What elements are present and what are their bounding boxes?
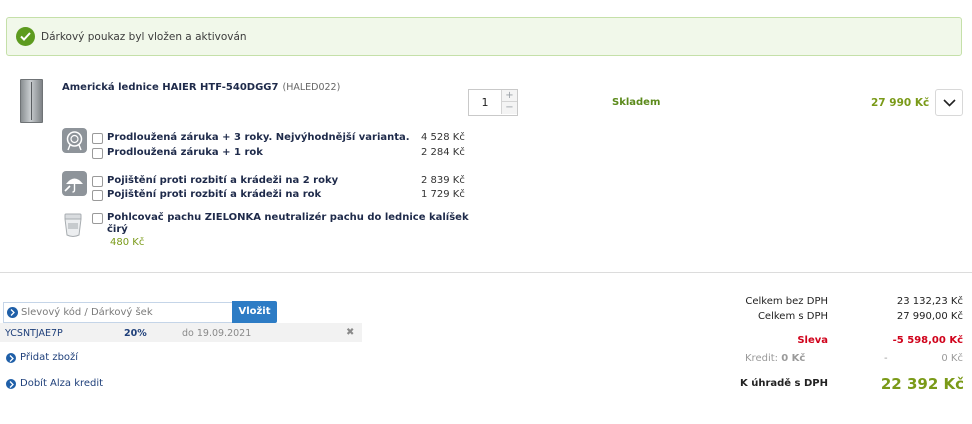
voucher-input[interactable] — [21, 304, 226, 321]
warranty-3y-label[interactable]: Prodloužená záruka + 3 roky. Nejvýhodněj… — [107, 132, 410, 143]
warranty-1y-checkbox[interactable] — [92, 148, 103, 159]
warranty-1y-label[interactable]: Prodloužená záruka + 1 rok — [107, 147, 263, 158]
product-name[interactable]: Americká lednice HAIER HTF-540DGG7 — [62, 82, 278, 93]
divider — [0, 272, 972, 273]
amount-due-label: K úhradě s DPH — [739, 378, 828, 389]
voucher-percent: 20% — [124, 328, 147, 339]
success-banner: Dárkový poukaz byl vložen a aktivován — [6, 17, 962, 56]
insurance-1y-price: 1 729 Kč — [421, 189, 465, 200]
chevron-down-icon — [943, 99, 956, 107]
banner-message: Dárkový poukaz byl vložen a aktivován — [41, 31, 247, 43]
check-icon — [16, 27, 35, 46]
accessory-label[interactable]: Pohlcovač pachu ZIELONKA neutralizér pac… — [107, 212, 477, 236]
quantity-decrease-button[interactable]: − — [501, 102, 517, 114]
voucher-code: YCSNTJAE7P — [5, 328, 63, 339]
total-without-vat-value: 23 132,23 Kč — [896, 296, 963, 307]
total-with-vat-label: Celkem s DPH — [757, 311, 828, 322]
amount-due-value: 22 392 Kč — [880, 375, 964, 393]
credit-value: 0 Kč — [941, 353, 963, 364]
voucher-submit-button[interactable]: Vložit — [232, 301, 277, 323]
product-title[interactable]: Americká lednice HAIER HTF-540DGG7 (HALED… — [62, 82, 340, 93]
topup-credit-link[interactable]: Dobít Alza kredit — [20, 378, 103, 389]
warranty-3y-price: 4 528 Kč — [421, 132, 465, 143]
quantity-value[interactable]: 1 — [469, 90, 501, 115]
insurance-umbrella-icon — [62, 171, 87, 196]
insurance-2y-checkbox[interactable] — [92, 176, 103, 187]
total-with-vat-value: 27 990,00 Kč — [896, 311, 963, 322]
discount-value: -5 598,00 Kč — [892, 335, 963, 346]
applied-voucher-row: YCSNTJAE7P 20% do 19.09.2021 ✖ — [0, 323, 362, 342]
total-without-vat-label: Celkem bez DPH — [745, 296, 828, 307]
product-code: (HALED022) — [282, 82, 341, 93]
accessory-image[interactable] — [62, 211, 84, 239]
product-image[interactable] — [20, 79, 43, 123]
warranty-3y-checkbox[interactable] — [92, 133, 103, 144]
insurance-2y-label[interactable]: Pojištění proti rozbití a krádeži na 2 r… — [107, 175, 338, 186]
accessory-price: 480 Kč — [110, 237, 145, 248]
credit-label-text: Kredit: — [745, 353, 779, 364]
chevron-right-icon — [6, 379, 16, 389]
accessory-checkbox[interactable] — [92, 213, 103, 224]
quantity-stepper[interactable]: 1 + − — [468, 89, 518, 116]
quantity-increase-button[interactable]: + — [501, 90, 517, 102]
credit-label: Kredit: 0 Kč — [745, 353, 805, 364]
voucher-field[interactable] — [3, 302, 232, 323]
chevron-right-icon — [6, 353, 16, 363]
voucher-valid-until: do 19.09.2021 — [182, 328, 252, 339]
add-goods-link[interactable]: Přidat zboží — [20, 352, 78, 363]
discount-label: Sleva — [797, 335, 828, 346]
remove-voucher-icon[interactable]: ✖ — [346, 327, 354, 338]
insurance-2y-price: 2 839 Kč — [421, 175, 465, 186]
credit-amount: 0 Kč — [781, 353, 806, 364]
warranty-icon — [62, 128, 87, 153]
insurance-1y-checkbox[interactable] — [92, 190, 103, 201]
insurance-1y-label[interactable]: Pojištění proti rozbití a krádeži na rok — [107, 189, 321, 200]
warranty-1y-price: 2 284 Kč — [421, 147, 465, 158]
stock-status: Skladem — [612, 97, 661, 108]
chevron-right-icon — [7, 307, 18, 318]
expand-button[interactable] — [935, 89, 963, 116]
product-price: 27 990 Kč — [871, 97, 930, 109]
